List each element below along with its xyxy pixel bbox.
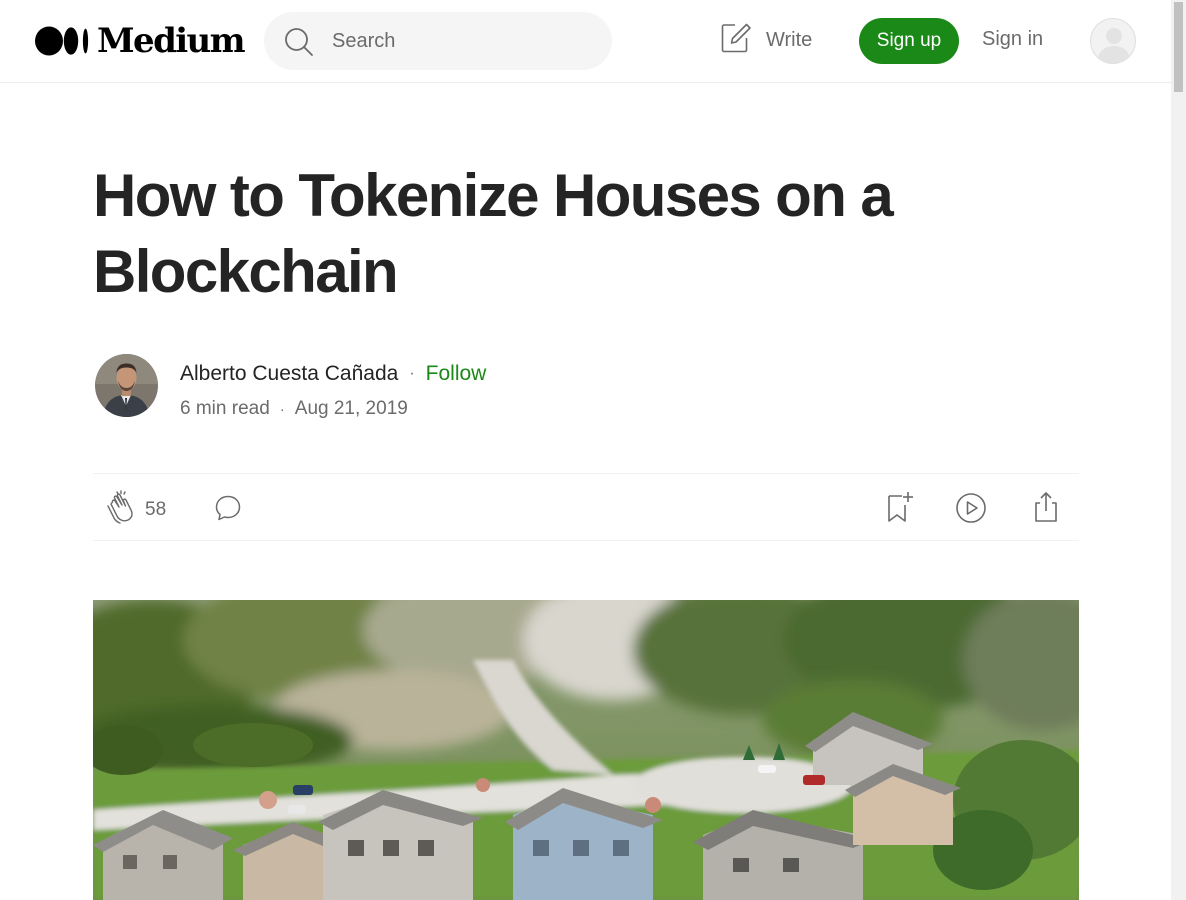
article-action-bar: 58	[93, 473, 1079, 541]
search-box[interactable]	[264, 12, 612, 70]
clap-icon	[105, 490, 135, 529]
top-navigation-bar: Medium Write Sign up Sign in	[0, 0, 1171, 83]
read-time: 6 min read	[180, 398, 270, 419]
author-photo	[95, 354, 158, 417]
clap-button[interactable]: 58	[105, 490, 166, 529]
author-avatar[interactable]	[95, 354, 158, 417]
author-row: Alberto Cuesta Cañada · Follow	[180, 360, 486, 388]
page-scrollbar[interactable]	[1171, 0, 1186, 900]
clap-count: 58	[145, 498, 167, 520]
comment-button[interactable]	[214, 494, 242, 527]
bookmark-button[interactable]	[886, 491, 914, 528]
listen-button[interactable]	[955, 492, 987, 529]
article-title: How to Tokenize Houses on a Blockchain	[93, 162, 894, 305]
search-icon	[284, 27, 314, 62]
suburban-houses-aerial-photo	[93, 600, 1079, 900]
bookmark-icon	[886, 491, 914, 528]
medium-logo[interactable]: Medium	[35, 21, 246, 61]
search-input[interactable]	[332, 12, 592, 70]
sign-up-button[interactable]: Sign up	[859, 18, 959, 64]
share-button[interactable]	[1031, 491, 1061, 528]
sign-in-link[interactable]: Sign in	[982, 28, 1043, 51]
user-avatar[interactable]	[1090, 18, 1136, 64]
write-label: Write	[766, 28, 813, 51]
share-icon	[1031, 491, 1061, 528]
follow-button[interactable]: Follow	[426, 362, 487, 386]
article-hero-image	[93, 600, 1079, 900]
article-meta: 6 min read · Aug 21, 2019	[180, 396, 408, 422]
separator-dot: ·	[409, 365, 415, 382]
scrollbar-thumb[interactable]	[1174, 2, 1183, 92]
medium-logo-icon	[35, 26, 89, 56]
separator-dot: ·	[279, 400, 285, 418]
play-icon	[955, 492, 987, 529]
write-icon	[720, 22, 752, 59]
logo-wordmark: Medium	[97, 21, 246, 61]
default-avatar-icon	[1097, 28, 1131, 63]
author-name[interactable]: Alberto Cuesta Cañada	[180, 362, 398, 386]
publish-date: Aug 21, 2019	[294, 398, 408, 419]
write-button[interactable]: Write	[720, 22, 813, 59]
comment-icon	[214, 494, 242, 527]
